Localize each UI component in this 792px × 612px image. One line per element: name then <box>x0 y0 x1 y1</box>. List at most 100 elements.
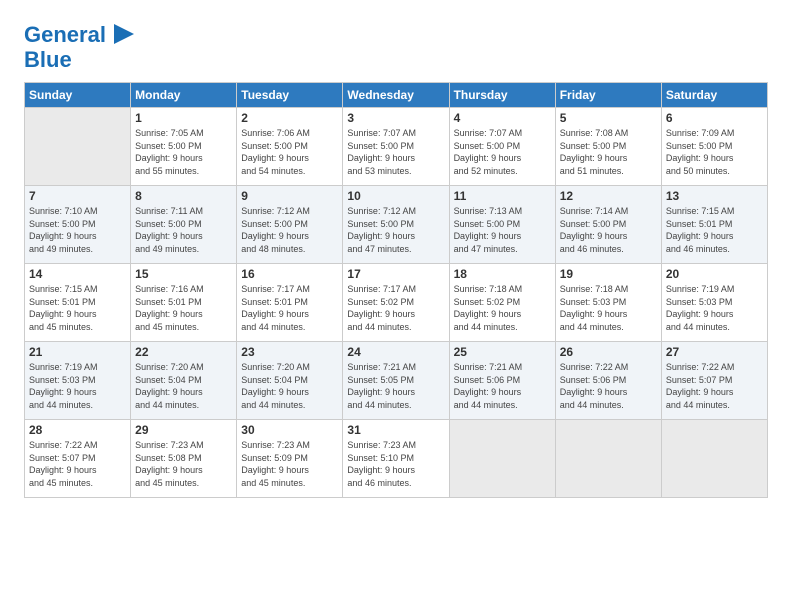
day-cell: 16 Sunrise: 7:17 AMSunset: 5:01 PMDayligh… <box>237 264 343 342</box>
day-number: 25 <box>454 345 551 359</box>
day-number: 16 <box>241 267 338 281</box>
day-info: Sunrise: 7:11 AMSunset: 5:00 PMDaylight:… <box>135 205 232 255</box>
day-number: 7 <box>29 189 126 203</box>
day-cell: 1Sunrise: 7:05 AMSunset: 5:00 PMDaylight… <box>131 108 237 186</box>
day-number: 21 <box>29 345 126 359</box>
col-header-monday: Monday <box>131 83 237 108</box>
day-cell: 19 Sunrise: 7:18 AMSunset: 5:03 PMDayligh… <box>555 264 661 342</box>
day-info: Sunrise: 7:19 AMSunset: 5:03 PMDaylight:… <box>666 283 763 333</box>
day-info: Sunrise: 7:06 AMSunset: 5:00 PMDaylight:… <box>241 127 338 177</box>
day-info: Sunrise: 7:23 AMSunset: 5:08 PMDaylight:… <box>135 439 232 489</box>
day-info: Sunrise: 7:22 AMSunset: 5:07 PMDaylight:… <box>29 439 126 489</box>
week-row-4: 21 Sunrise: 7:19 AMSunset: 5:03 PMDayligh… <box>25 342 768 420</box>
day-cell: 18 Sunrise: 7:18 AMSunset: 5:02 PMDayligh… <box>449 264 555 342</box>
day-cell: 31Sunrise: 7:23 AMSunset: 5:10 PMDayligh… <box>343 420 449 498</box>
day-info: Sunrise: 7:07 AMSunset: 5:00 PMDaylight:… <box>454 127 551 177</box>
day-number: 23 <box>241 345 338 359</box>
logo-blue: Blue <box>24 48 72 72</box>
day-cell: 21 Sunrise: 7:19 AMSunset: 5:03 PMDayligh… <box>25 342 131 420</box>
day-cell: 24Sunrise: 7:21 AMSunset: 5:05 PMDayligh… <box>343 342 449 420</box>
col-header-sunday: Sunday <box>25 83 131 108</box>
day-info: Sunrise: 7:20 AMSunset: 5:04 PMDaylight:… <box>135 361 232 411</box>
col-header-wednesday: Wednesday <box>343 83 449 108</box>
day-info: Sunrise: 7:13 AMSunset: 5:00 PMDaylight:… <box>454 205 551 255</box>
day-info: Sunrise: 7:08 AMSunset: 5:00 PMDaylight:… <box>560 127 657 177</box>
day-cell: 23 Sunrise: 7:20 AMSunset: 5:04 PMDayligh… <box>237 342 343 420</box>
day-cell: 22 Sunrise: 7:20 AMSunset: 5:04 PMDayligh… <box>131 342 237 420</box>
day-cell: 5 Sunrise: 7:08 AMSunset: 5:00 PMDaylight… <box>555 108 661 186</box>
col-header-friday: Friday <box>555 83 661 108</box>
day-info: Sunrise: 7:19 AMSunset: 5:03 PMDaylight:… <box>29 361 126 411</box>
day-number: 8 <box>135 189 232 203</box>
day-cell: 13 Sunrise: 7:15 AMSunset: 5:01 PMDayligh… <box>661 186 767 264</box>
day-info: Sunrise: 7:10 AMSunset: 5:00 PMDaylight:… <box>29 205 126 255</box>
day-info: Sunrise: 7:15 AMSunset: 5:01 PMDaylight:… <box>29 283 126 333</box>
col-header-saturday: Saturday <box>661 83 767 108</box>
day-info: Sunrise: 7:16 AMSunset: 5:01 PMDaylight:… <box>135 283 232 333</box>
day-cell: 3 Sunrise: 7:07 AMSunset: 5:00 PMDaylight… <box>343 108 449 186</box>
day-cell: 25 Sunrise: 7:21 AMSunset: 5:06 PMDayligh… <box>449 342 555 420</box>
logo-text: General <box>24 23 106 47</box>
day-cell: 20 Sunrise: 7:19 AMSunset: 5:03 PMDayligh… <box>661 264 767 342</box>
day-cell: 8 Sunrise: 7:11 AMSunset: 5:00 PMDaylight… <box>131 186 237 264</box>
day-cell: 14 Sunrise: 7:15 AMSunset: 5:01 PMDayligh… <box>25 264 131 342</box>
day-number: 6 <box>666 111 763 125</box>
day-info: Sunrise: 7:18 AMSunset: 5:03 PMDaylight:… <box>560 283 657 333</box>
day-number: 2 <box>241 111 338 125</box>
day-cell: 2 Sunrise: 7:06 AMSunset: 5:00 PMDaylight… <box>237 108 343 186</box>
day-info: Sunrise: 7:15 AMSunset: 5:01 PMDaylight:… <box>666 205 763 255</box>
day-cell: 28 Sunrise: 7:22 AMSunset: 5:07 PMDayligh… <box>25 420 131 498</box>
day-number: 28 <box>29 423 126 437</box>
day-cell: 10Sunrise: 7:12 AMSunset: 5:00 PMDayligh… <box>343 186 449 264</box>
day-number: 12 <box>560 189 657 203</box>
day-info: Sunrise: 7:23 AMSunset: 5:09 PMDaylight:… <box>241 439 338 489</box>
day-cell <box>449 420 555 498</box>
day-info: Sunrise: 7:05 AMSunset: 5:00 PMDaylight:… <box>135 127 232 177</box>
day-info: Sunrise: 7:12 AMSunset: 5:00 PMDaylight:… <box>347 205 444 255</box>
day-cell: 29 Sunrise: 7:23 AMSunset: 5:08 PMDayligh… <box>131 420 237 498</box>
day-info: Sunrise: 7:20 AMSunset: 5:04 PMDaylight:… <box>241 361 338 411</box>
day-number: 17 <box>347 267 444 281</box>
day-info: Sunrise: 7:18 AMSunset: 5:02 PMDaylight:… <box>454 283 551 333</box>
day-cell: 12Sunrise: 7:14 AMSunset: 5:00 PMDayligh… <box>555 186 661 264</box>
week-row-3: 14 Sunrise: 7:15 AMSunset: 5:01 PMDayligh… <box>25 264 768 342</box>
day-number: 26 <box>560 345 657 359</box>
calendar-table: SundayMondayTuesdayWednesdayThursdayFrid… <box>24 82 768 498</box>
header-row: SundayMondayTuesdayWednesdayThursdayFrid… <box>25 83 768 108</box>
day-number: 27 <box>666 345 763 359</box>
day-number: 19 <box>560 267 657 281</box>
day-cell <box>555 420 661 498</box>
page: General Blue SundayMondayTuesdayWednesda… <box>0 0 792 512</box>
day-number: 22 <box>135 345 232 359</box>
day-number: 5 <box>560 111 657 125</box>
day-number: 18 <box>454 267 551 281</box>
day-info: Sunrise: 7:17 AMSunset: 5:02 PMDaylight:… <box>347 283 444 333</box>
day-info: Sunrise: 7:12 AMSunset: 5:00 PMDaylight:… <box>241 205 338 255</box>
logo: General Blue <box>24 22 136 72</box>
col-header-tuesday: Tuesday <box>237 83 343 108</box>
day-info: Sunrise: 7:23 AMSunset: 5:10 PMDaylight:… <box>347 439 444 489</box>
day-number: 11 <box>454 189 551 203</box>
day-cell: 26 Sunrise: 7:22 AMSunset: 5:06 PMDayligh… <box>555 342 661 420</box>
day-info: Sunrise: 7:17 AMSunset: 5:01 PMDaylight:… <box>241 283 338 333</box>
day-cell: 30 Sunrise: 7:23 AMSunset: 5:09 PMDayligh… <box>237 420 343 498</box>
header: General Blue <box>24 18 768 72</box>
day-info: Sunrise: 7:21 AMSunset: 5:05 PMDaylight:… <box>347 361 444 411</box>
day-number: 29 <box>135 423 232 437</box>
day-cell: 9Sunrise: 7:12 AMSunset: 5:00 PMDaylight… <box>237 186 343 264</box>
day-info: Sunrise: 7:07 AMSunset: 5:00 PMDaylight:… <box>347 127 444 177</box>
day-number: 30 <box>241 423 338 437</box>
day-cell: 6Sunrise: 7:09 AMSunset: 5:00 PMDaylight… <box>661 108 767 186</box>
day-number: 13 <box>666 189 763 203</box>
day-cell: 11 Sunrise: 7:13 AMSunset: 5:00 PMDayligh… <box>449 186 555 264</box>
day-info: Sunrise: 7:22 AMSunset: 5:06 PMDaylight:… <box>560 361 657 411</box>
day-number: 4 <box>454 111 551 125</box>
day-number: 15 <box>135 267 232 281</box>
day-cell: 17 Sunrise: 7:17 AMSunset: 5:02 PMDayligh… <box>343 264 449 342</box>
day-cell: 7 Sunrise: 7:10 AMSunset: 5:00 PMDaylight… <box>25 186 131 264</box>
logo-icon <box>108 20 136 48</box>
day-info: Sunrise: 7:21 AMSunset: 5:06 PMDaylight:… <box>454 361 551 411</box>
day-number: 14 <box>29 267 126 281</box>
day-number: 20 <box>666 267 763 281</box>
day-number: 3 <box>347 111 444 125</box>
